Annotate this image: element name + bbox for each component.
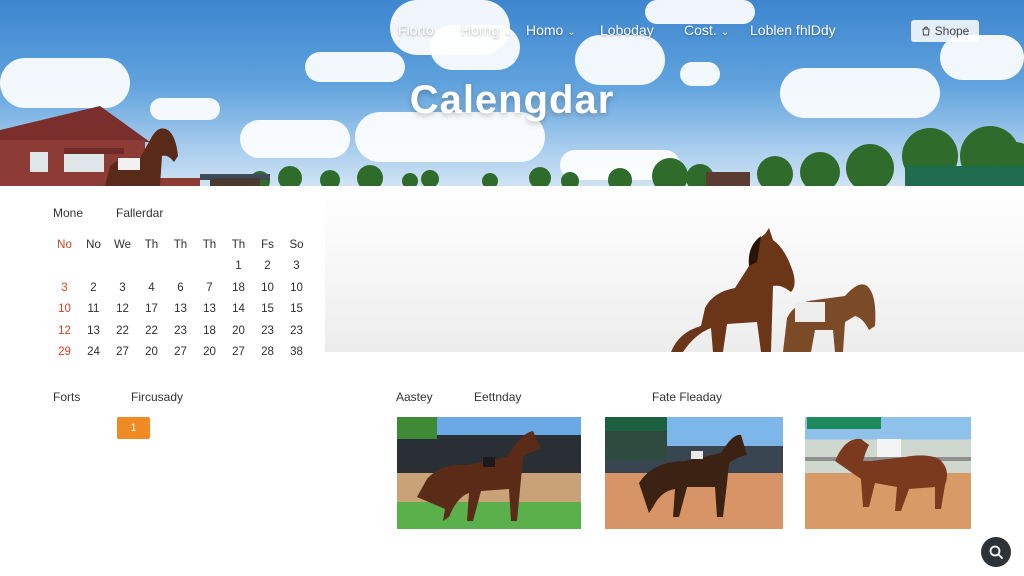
calendar-day[interactable]: 13 bbox=[79, 325, 108, 337]
nav-item-homo[interactable]: Homo ⌄ bbox=[526, 22, 576, 38]
calendar-day[interactable]: 13 bbox=[166, 303, 195, 315]
calendar-day[interactable]: 11 bbox=[79, 303, 108, 315]
calendar-day[interactable]: 12 bbox=[108, 303, 137, 315]
calendar-day[interactable]: 27 bbox=[224, 346, 253, 358]
calendar-header: Mone Fallerdar bbox=[53, 206, 313, 222]
calendar-day[interactable]: 24 bbox=[79, 346, 108, 358]
calendar-week-row: 1 2 3 bbox=[50, 256, 314, 278]
calendar-day[interactable]: 27 bbox=[166, 346, 195, 358]
calendar-day[interactable]: 20 bbox=[224, 325, 253, 337]
horse-photo-paddock[interactable] bbox=[805, 417, 971, 529]
weekday-label: No bbox=[86, 238, 101, 251]
nav-item-cost[interactable]: Cost. ⌄ bbox=[684, 22, 729, 38]
calendar-day[interactable]: 38 bbox=[282, 346, 311, 358]
calendar-day[interactable]: 3 bbox=[50, 282, 79, 294]
calendar-day[interactable]: 18 bbox=[195, 325, 224, 337]
calendar-day[interactable]: 27 bbox=[108, 346, 137, 358]
calendar-day[interactable]: 15 bbox=[253, 303, 282, 315]
calendar-day[interactable]: 22 bbox=[137, 325, 166, 337]
calendar-day[interactable]: 10 bbox=[253, 282, 282, 294]
weekday-label: We bbox=[113, 238, 132, 251]
calendar-day[interactable]: 12 bbox=[50, 325, 79, 337]
calendar-day[interactable]: 1 bbox=[224, 260, 253, 272]
calendar-heading-title: Fallerdar bbox=[116, 206, 164, 220]
calendar-grid: No No We Th Th Th Th Fs So 1 2 3 3 2 3 4… bbox=[50, 234, 314, 363]
calendar-day[interactable]: 23 bbox=[166, 325, 195, 337]
nav-item-loboday[interactable]: Loboday bbox=[600, 22, 654, 38]
calendar-day[interactable]: 23 bbox=[282, 325, 311, 337]
calendar-day[interactable]: 7 bbox=[195, 282, 224, 294]
calendar-day[interactable]: 22 bbox=[108, 325, 137, 337]
calendar-day[interactable]: 6 bbox=[166, 282, 195, 294]
calendar-day[interactable]: 15 bbox=[282, 303, 311, 315]
horse-photo-grass[interactable] bbox=[397, 417, 581, 529]
chevron-down-icon: ⌄ bbox=[503, 27, 512, 38]
weekday-label: Th bbox=[144, 238, 159, 251]
calendar-week-row: 10 11 12 17 13 13 14 15 15 bbox=[50, 299, 314, 321]
calendar-day[interactable]: 10 bbox=[282, 282, 311, 294]
calendar-day[interactable]: 29 bbox=[50, 346, 79, 358]
chevron-down-icon: ⌄ bbox=[720, 27, 730, 38]
nav-item-horng[interactable]: Horng ⌄ bbox=[461, 22, 512, 38]
weekday-label: Th bbox=[202, 238, 217, 251]
weekday-label: Th bbox=[173, 238, 188, 251]
calendar-week-row: 12 13 22 22 23 18 20 23 23 bbox=[50, 320, 314, 342]
page-title: Calengdar bbox=[409, 78, 615, 122]
calendar-day[interactable]: 20 bbox=[195, 346, 224, 358]
section-label-aastey: Aastey bbox=[396, 390, 433, 404]
event-count-button[interactable]: 1 bbox=[117, 417, 150, 439]
calendar-weekday-row: No No We Th Th Th Th Fs So bbox=[50, 234, 314, 256]
search-icon bbox=[989, 545, 1003, 559]
section-label-fate-fleaday: Fate Fleaday bbox=[652, 390, 723, 404]
horses-illustration bbox=[671, 228, 876, 352]
calendar-day[interactable]: 17 bbox=[137, 303, 166, 315]
horse-photo-arena[interactable] bbox=[605, 417, 783, 529]
calendar-day[interactable]: 14 bbox=[224, 303, 253, 315]
calendar-week-row: 3 2 3 4 6 7 18 10 10 bbox=[50, 277, 314, 299]
chevron-down-icon: ⌄ bbox=[567, 27, 576, 38]
weekday-label: So bbox=[289, 238, 304, 251]
calendar-day[interactable]: 3 bbox=[108, 282, 137, 294]
calendar-day[interactable]: 20 bbox=[137, 346, 166, 358]
shop-button-label: Shope bbox=[934, 24, 970, 38]
calendar-day[interactable]: 28 bbox=[253, 346, 282, 358]
calendar-day[interactable]: 23 bbox=[253, 325, 282, 337]
floating-search-button[interactable] bbox=[981, 537, 1011, 567]
nav-item-florto[interactable]: Florto bbox=[398, 22, 434, 38]
section-label-fircusady: Fircusady bbox=[131, 390, 184, 404]
top-navigation: Florto Horng ⌄ Homo ⌄ Loboday Cost. ⌄ Loble… bbox=[0, 22, 1024, 42]
weekday-label: No bbox=[57, 238, 72, 251]
shop-button[interactable]: Shope bbox=[911, 20, 979, 42]
calendar-day[interactable]: 2 bbox=[79, 282, 108, 294]
calendar-day[interactable]: 2 bbox=[253, 260, 282, 272]
section-label-eettnday: Eettnday bbox=[474, 390, 522, 404]
calendar-heading-month: Mone bbox=[53, 206, 84, 220]
nav-item-loblen[interactable]: Loblen fhlDdy bbox=[750, 22, 836, 38]
calendar-week-row: 29 24 27 20 27 20 27 28 38 bbox=[50, 342, 314, 364]
calendar-day[interactable]: 10 bbox=[50, 303, 79, 315]
weekday-label: Fs bbox=[261, 238, 274, 251]
calendar-day[interactable]: 3 bbox=[282, 260, 311, 272]
calendar-day[interactable]: 18 bbox=[224, 282, 253, 294]
calendar-day[interactable]: 4 bbox=[137, 282, 166, 294]
calendar-day[interactable]: 13 bbox=[195, 303, 224, 315]
weekday-label: Th bbox=[231, 238, 246, 251]
horses-banner bbox=[325, 186, 1024, 352]
bag-icon bbox=[922, 26, 930, 36]
section-label-forts: Forts bbox=[53, 390, 81, 404]
